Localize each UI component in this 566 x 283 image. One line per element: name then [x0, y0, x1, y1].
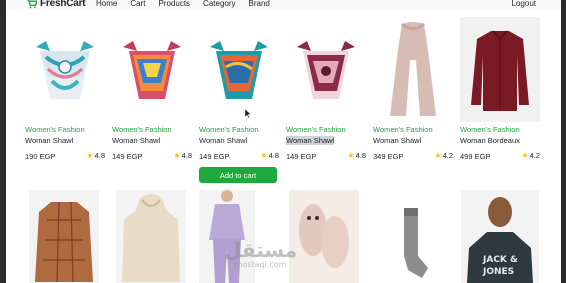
star-icon: ★: [434, 151, 442, 160]
nav-link-category[interactable]: Category: [203, 0, 235, 8]
rating-value: 4.2: [529, 151, 540, 160]
svg-text:JACK &: JACK &: [482, 255, 518, 265]
product-category: Women's Fashion: [373, 125, 433, 134]
product-image[interactable]: [199, 17, 279, 122]
add-to-cart-button[interactable]: Add to cart: [199, 167, 277, 183]
product-card[interactable]: Women's Fashion Woman Shawl 149 EGP ★ 4.…: [199, 17, 279, 167]
product-price: 349 EGP: [373, 152, 404, 161]
product-rating: ★ 4.8: [86, 151, 105, 160]
watermark-latin: mostaql.com: [234, 260, 287, 269]
product-image[interactable]: [25, 17, 105, 122]
product-price: 149 EGP: [199, 152, 230, 161]
product-image[interactable]: [286, 17, 366, 122]
product-rating: ★ 4.8: [347, 151, 366, 160]
scarf-image: [36, 40, 94, 99]
star-icon: ★: [347, 151, 355, 160]
product-category: Women's Fashion: [25, 125, 85, 134]
nav-links: Home Cart Products Category Brand: [96, 0, 270, 8]
star-icon: ★: [521, 151, 529, 160]
product-image[interactable]: [112, 17, 192, 122]
slippers-image: [299, 204, 349, 268]
product-image[interactable]: [29, 190, 99, 283]
svg-text:JONES: JONES: [482, 267, 514, 277]
product-price: 190 EGP: [25, 152, 56, 161]
product-card[interactable]: Women's Fashion Woman Shawl 349 EGP ★ 4.…: [373, 17, 453, 167]
beige-shawl-image: [390, 21, 436, 116]
product-price: 149 EGP: [112, 152, 143, 161]
logout-link[interactable]: Logout: [512, 0, 536, 8]
screen-edge-right: [561, 0, 566, 283]
rating-value: 4.2: [442, 151, 453, 160]
nav-link-products[interactable]: Products: [158, 0, 190, 8]
hoodie-image: [122, 194, 180, 282]
product-card[interactable]: Women's Fashion Woman Shawl 190 EGP ★ 4.…: [25, 17, 105, 167]
watermark-arabic: مستقل: [224, 238, 298, 262]
bordeaux-shirt-image: [471, 29, 529, 111]
product-category: Women's Fashion: [112, 125, 172, 134]
product-row-2: JACK & JONES: [6, 190, 561, 283]
nav-link-home[interactable]: Home: [96, 0, 117, 8]
scarf-image: [123, 40, 181, 99]
product-card[interactable]: Women's Fashion Woman Shawl 149 EGP ★ 4.…: [112, 17, 192, 167]
watermark: مستقل mostaql.com: [224, 238, 297, 269]
product-rating: ★ 4.8: [173, 151, 192, 160]
product-card[interactable]: Women's Fashion Woman Bordeaux 499 EGP ★…: [460, 17, 540, 167]
product-image[interactable]: [460, 17, 540, 122]
tshirt-model-image: JACK & JONES: [467, 197, 533, 283]
cart-logo-icon: [26, 0, 37, 9]
nav-link-brand[interactable]: Brand: [249, 0, 270, 8]
star-icon: ★: [260, 151, 268, 160]
rating-value: 4.8: [355, 151, 366, 160]
product-image[interactable]: [289, 190, 359, 283]
product-title[interactable]: Woman Shawl: [112, 136, 160, 145]
scarf-image: [297, 40, 355, 99]
product-title[interactable]: Woman Bordeaux: [460, 136, 520, 145]
brand-name: FreshCart: [40, 0, 86, 9]
brand-logo[interactable]: FreshCart: [26, 0, 86, 9]
product-rating: ★ 4.8: [260, 151, 279, 160]
product-category: Women's Fashion: [286, 125, 346, 134]
product-price: 149 EGP: [286, 152, 317, 161]
star-icon: ★: [173, 151, 181, 160]
rating-value: 4.8: [181, 151, 192, 160]
product-image[interactable]: JACK & JONES: [461, 190, 539, 283]
product-image[interactable]: [376, 190, 446, 283]
plaid-shirt-image: [35, 201, 93, 283]
product-price: 499 EGP: [460, 152, 491, 161]
product-rating: ★ 4.2: [434, 151, 453, 160]
product-title[interactable]: Woman Shawl: [25, 136, 73, 145]
browser-viewport: FreshCart Home Cart Products Category Br…: [6, 0, 561, 283]
navbar: FreshCart Home Cart Products Category Br…: [6, 0, 561, 10]
product-category: Women's Fashion: [199, 125, 259, 134]
rating-value: 4.8: [268, 151, 279, 160]
product-image[interactable]: [373, 17, 453, 122]
product-image[interactable]: [116, 190, 186, 283]
product-category: Women's Fashion: [460, 125, 520, 134]
product-title[interactable]: Woman Shawl: [199, 136, 247, 145]
product-image[interactable]: [199, 190, 255, 283]
nav-link-cart[interactable]: Cart: [130, 0, 145, 8]
sock-image: [404, 208, 428, 278]
product-rating: ★ 4.2: [521, 151, 540, 160]
rating-value: 4.8: [94, 151, 105, 160]
lavender-set-image: [209, 190, 245, 283]
mouse-cursor-icon: [245, 109, 251, 118]
product-title[interactable]: Woman Shawl: [373, 136, 421, 145]
product-title[interactable]: Woman Shawl: [286, 136, 335, 145]
product-card[interactable]: Women's Fashion Woman Shawl 149 EGP ★ 4.…: [286, 17, 366, 167]
scarf-image: [210, 40, 268, 99]
star-icon: ★: [86, 151, 94, 160]
